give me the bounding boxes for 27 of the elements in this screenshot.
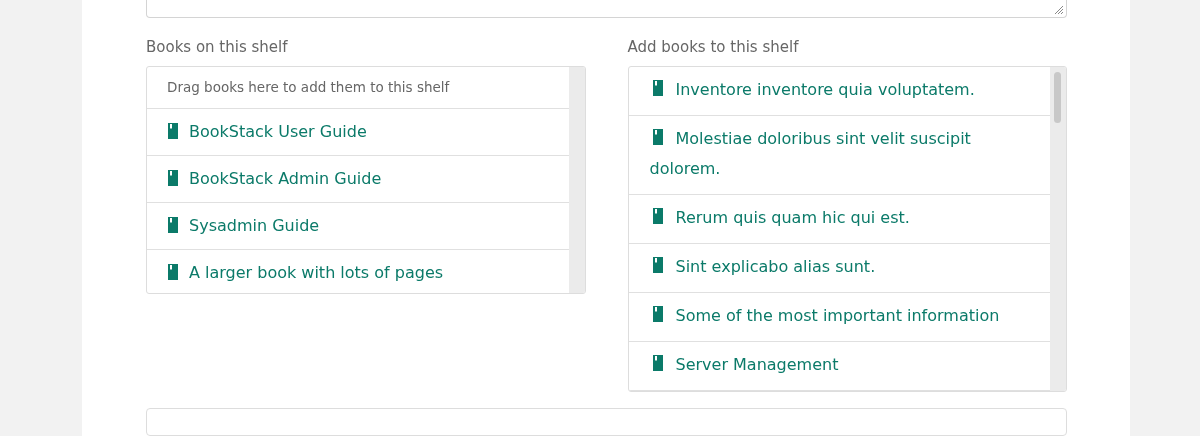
scrollbar-thumb[interactable]: [1054, 72, 1061, 124]
book-link[interactable]: A larger book with lots of pages: [189, 260, 444, 286]
book-link[interactable]: Rerum quis quam hic qui est.: [649, 203, 1030, 234]
book-icon: [167, 217, 179, 234]
book-link[interactable]: Molestiae doloribus sint velit suscipit dolorem.: [649, 124, 1030, 185]
book-icon: [167, 170, 179, 187]
book-link[interactable]: BookStack User Guide: [189, 119, 367, 145]
drop-hint: Drag books here to add them to this shelf: [147, 67, 569, 110]
book-link[interactable]: BookStack Admin Guide: [189, 166, 382, 192]
section-label: Add books to this shelf: [627, 38, 800, 58]
book-icon: [167, 123, 179, 140]
book-link[interactable]: Server Management: [649, 350, 1030, 381]
resize-grip-icon[interactable]: [1054, 5, 1064, 16]
book-icon: [651, 257, 664, 274]
section-label: Books on this shelf: [146, 38, 289, 58]
book-icon: [651, 80, 664, 97]
book-icon: [167, 264, 179, 281]
input-field[interactable]: [146, 408, 1067, 436]
book-icon: [651, 355, 664, 372]
book-link[interactable]: Inventore inventore quia voluptatem.: [649, 75, 1030, 106]
book-icon: [651, 306, 664, 323]
book-link[interactable]: Some of the most important information: [649, 301, 1030, 332]
book-icon: [651, 208, 664, 225]
text-area[interactable]: [146, 0, 1067, 19]
book-link[interactable]: Sint explicabo alias sunt.: [649, 252, 1030, 283]
book-link[interactable]: Sysadmin Guide: [189, 213, 320, 239]
book-icon: [651, 129, 664, 146]
